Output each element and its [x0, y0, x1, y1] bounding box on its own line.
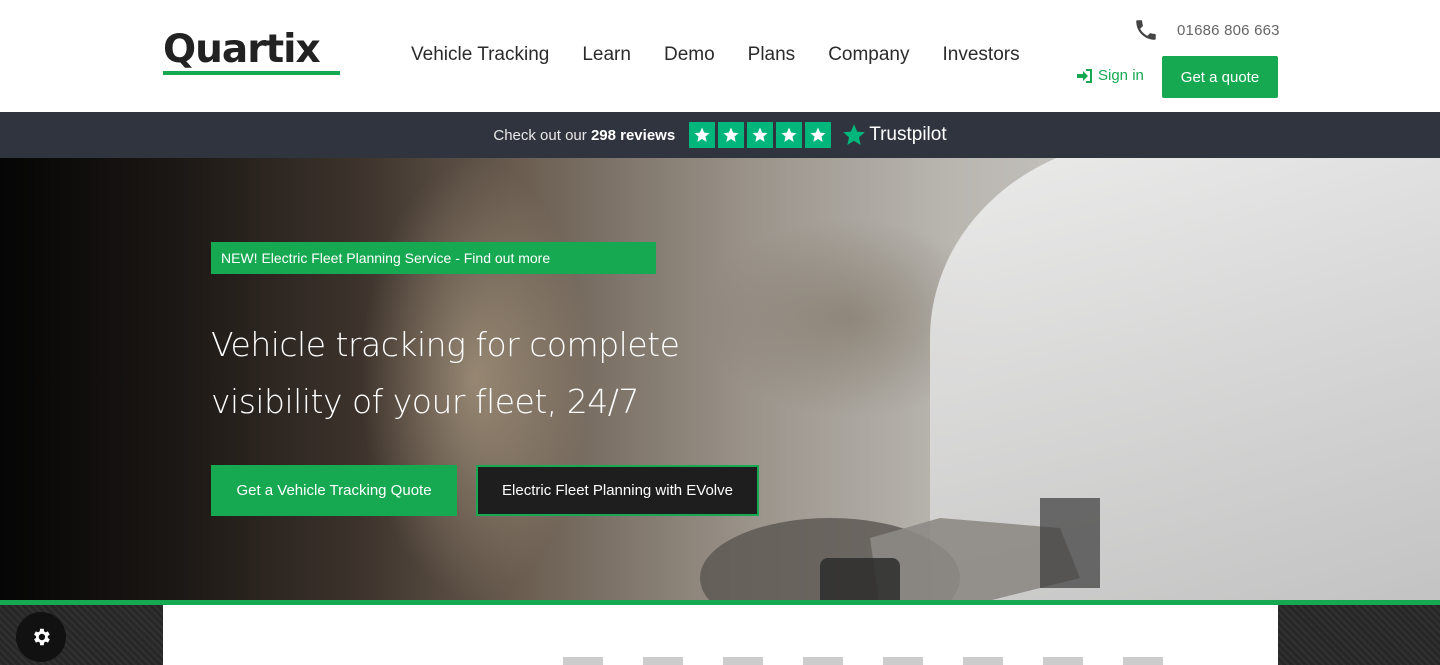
- trustpilot-star-icon: [843, 124, 866, 145]
- electric-fleet-planning-button[interactable]: Electric Fleet Planning with EVolve: [476, 465, 759, 516]
- sign-in-icon: [1077, 68, 1092, 83]
- site-header: Quartix Vehicle Tracking Learn Demo Plan…: [0, 0, 1440, 112]
- trustpilot-bar[interactable]: Check out our 298 reviews Trustpilot: [0, 112, 1440, 158]
- quartix-logo[interactable]: Quartix: [163, 27, 340, 75]
- vehicle-tracking-quote-button[interactable]: Get a Vehicle Tracking Quote: [211, 465, 457, 516]
- trustpilot-logo: Trustpilot: [841, 122, 947, 148]
- trustpilot-text: Check out our 298 reviews: [493, 127, 675, 144]
- hero-title: Vehicle tracking for complete visibility…: [211, 325, 680, 421]
- content-card: [163, 605, 1278, 665]
- star-icon: [747, 122, 774, 148]
- hero-section: NEW! Electric Fleet Planning Service - F…: [0, 158, 1440, 600]
- sign-in-label: Sign in: [1098, 67, 1144, 84]
- star-icon: [718, 122, 745, 148]
- star-icon: [689, 122, 716, 148]
- star-icon: [805, 122, 832, 148]
- content-heading-partial: [563, 657, 1163, 665]
- new-service-badge[interactable]: NEW! Electric Fleet Planning Service - F…: [211, 242, 656, 274]
- star-icon: [776, 122, 803, 148]
- nav-company[interactable]: Company: [828, 44, 909, 66]
- get-quote-button[interactable]: Get a quote: [1162, 56, 1278, 98]
- logo-text: Quartix: [163, 27, 321, 72]
- cookie-settings-button[interactable]: [16, 612, 66, 662]
- trustpilot-review-count: 298 reviews: [590, 126, 676, 144]
- main-nav: Vehicle Tracking Learn Demo Plans Compan…: [411, 44, 1053, 66]
- nav-learn[interactable]: Learn: [582, 44, 631, 66]
- logo-underline: [163, 71, 340, 75]
- phone-number: 01686 806 663: [1177, 21, 1280, 39]
- phone-icon: [1136, 20, 1156, 40]
- trustpilot-stars: [689, 122, 832, 148]
- nav-plans[interactable]: Plans: [748, 44, 796, 66]
- trustpilot-prefix: Check out our: [493, 126, 587, 144]
- trustpilot-brand: Trustpilot: [869, 124, 947, 145]
- phone-contact[interactable]: 01686 806 663: [1133, 17, 1280, 43]
- sign-in-link[interactable]: Sign in: [1077, 67, 1144, 84]
- nav-demo[interactable]: Demo: [664, 44, 715, 66]
- nav-investors[interactable]: Investors: [943, 44, 1020, 66]
- gear-icon: [34, 628, 50, 646]
- nav-vehicle-tracking[interactable]: Vehicle Tracking: [411, 44, 549, 66]
